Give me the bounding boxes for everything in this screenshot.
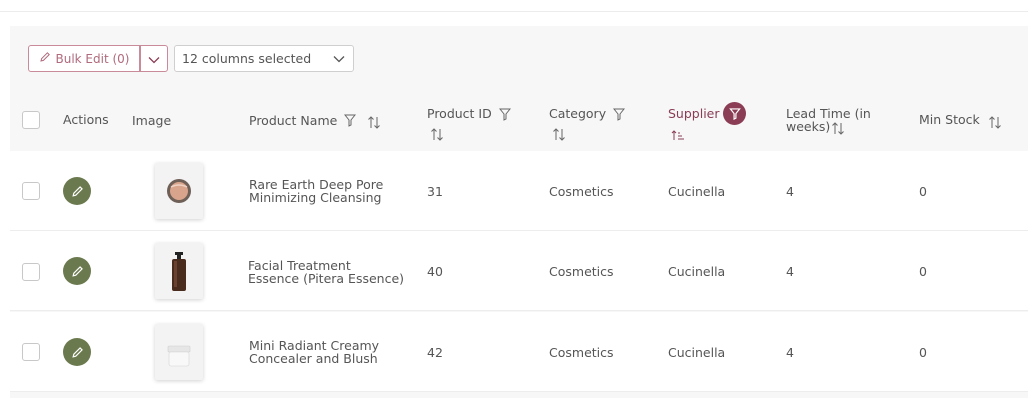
edit-button[interactable] <box>63 177 91 205</box>
product-name-line2: Minimizing Cleansing <box>249 190 382 205</box>
sort-icon[interactable] <box>430 126 444 145</box>
cream-jar-icon <box>167 345 191 367</box>
lead-time: 4 <box>786 264 794 279</box>
product-name-line2: Concealer and Blush <box>249 351 378 366</box>
edit-button[interactable] <box>63 257 91 285</box>
columns-select[interactable]: 12 columns selected <box>174 45 354 72</box>
pencil-icon <box>71 346 83 358</box>
lead-time: 4 <box>786 184 794 199</box>
top-divider <box>0 0 1028 12</box>
chevron-down-icon <box>148 49 160 68</box>
min-stock: 0 <box>919 345 927 360</box>
bulk-edit-button[interactable]: Bulk Edit (0) <box>28 45 140 72</box>
filter-icon[interactable] <box>498 106 512 125</box>
min-stock: 0 <box>919 264 927 279</box>
round-jar-icon <box>167 179 191 203</box>
product-name-line2: Essence (Pitera Essence) <box>248 271 405 286</box>
edit-button[interactable] <box>63 338 91 366</box>
category: Cosmetics <box>549 345 614 360</box>
category: Cosmetics <box>549 264 614 279</box>
product-id: 42 <box>427 345 443 360</box>
columns-select-value: 12 columns selected <box>182 51 312 66</box>
pencil-icon <box>39 51 51 66</box>
product-id: 31 <box>427 184 443 199</box>
header-product-id[interactable]: Product ID <box>427 107 492 120</box>
header-actions: Actions <box>63 112 109 127</box>
product-image <box>155 324 203 380</box>
header-supplier[interactable]: Supplier <box>668 107 720 120</box>
chevron-down-icon <box>333 53 345 68</box>
row-checkbox[interactable] <box>22 263 40 281</box>
bulk-edit-label: Bulk Edit (0) <box>55 51 130 66</box>
supplier: Cucinella <box>668 264 726 279</box>
pencil-icon <box>71 265 83 277</box>
supplier: Cucinella <box>668 345 726 360</box>
active-filter-icon[interactable] <box>723 102 746 125</box>
header-category[interactable]: Category <box>549 107 606 120</box>
sort-icon[interactable] <box>831 120 845 139</box>
row-checkbox[interactable] <box>22 343 40 361</box>
sort-icon[interactable] <box>367 114 381 133</box>
header-image: Image <box>132 113 172 128</box>
sort-ascending-icon[interactable] <box>671 126 685 145</box>
pump-bottle-icon <box>172 252 186 291</box>
category: Cosmetics <box>549 184 614 199</box>
filter-icon[interactable] <box>612 106 626 125</box>
select-all-checkbox[interactable] <box>22 111 40 129</box>
sort-icon[interactable] <box>988 114 1002 133</box>
supplier: Cucinella <box>668 184 726 199</box>
header-product-name[interactable]: Product Name <box>249 114 337 127</box>
product-image <box>155 163 203 219</box>
product-id: 40 <box>427 264 443 279</box>
product-image <box>155 243 203 299</box>
min-stock: 0 <box>919 184 927 199</box>
lead-time: 4 <box>786 345 794 360</box>
pencil-icon <box>71 185 83 197</box>
header-lead-time-line2[interactable]: weeks) <box>786 120 830 133</box>
bulk-edit-dropdown-button[interactable] <box>140 45 168 72</box>
row-checkbox[interactable] <box>22 182 40 200</box>
header-min-stock[interactable]: Min Stock <box>919 113 980 126</box>
sort-icon[interactable] <box>552 126 566 145</box>
filter-icon[interactable] <box>343 112 357 131</box>
